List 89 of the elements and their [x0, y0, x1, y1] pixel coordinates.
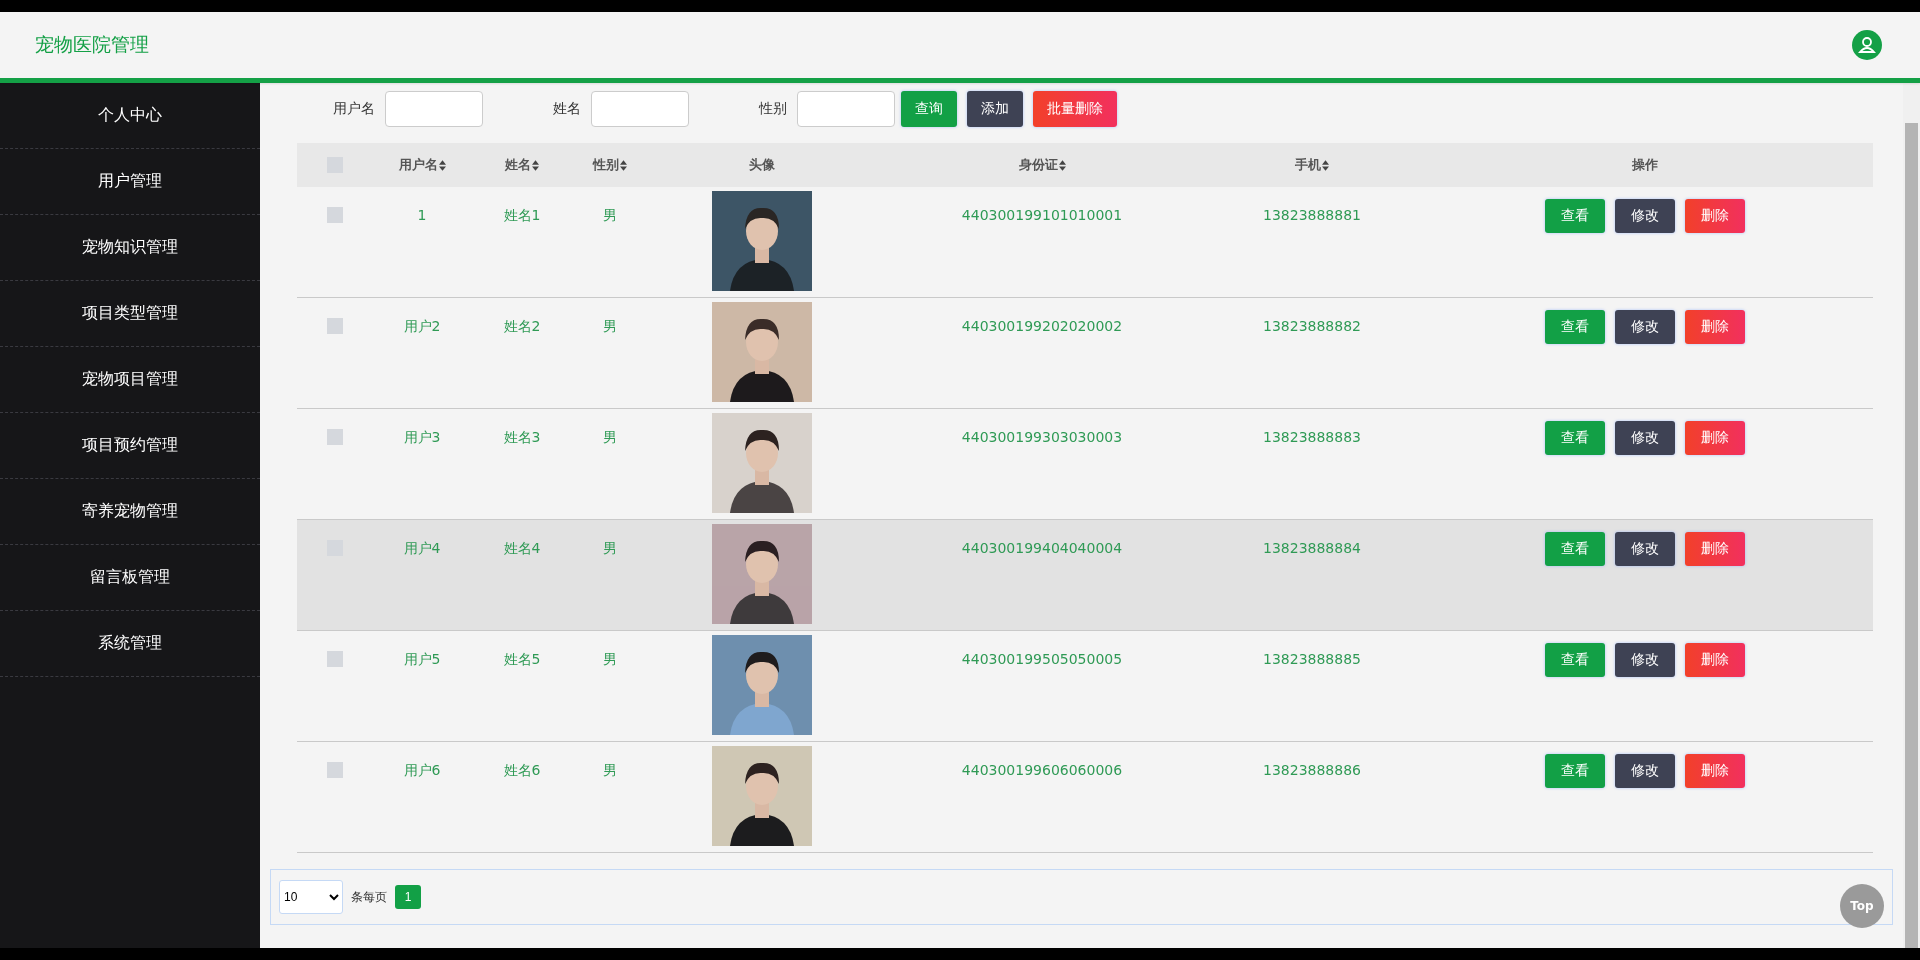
table-cell: 姓名5 [503, 651, 541, 669]
action-button[interactable]: 修改 [1615, 532, 1675, 566]
sort-icon[interactable] [619, 159, 627, 171]
table-cell: 男 [602, 318, 617, 336]
table-cell: 姓名3 [503, 429, 541, 447]
action-button[interactable]: 查看 [1545, 421, 1605, 455]
sidebar-item[interactable]: 项目预约管理 [0, 413, 260, 479]
table-cell: 1 [417, 207, 427, 223]
table-cell: 男 [602, 651, 617, 669]
scrollbar[interactable] [1903, 83, 1920, 948]
field-label: 性别 [757, 100, 787, 118]
action-button[interactable]: 修改 [1615, 643, 1675, 677]
table-cell: 440300199303030003 [961, 429, 1123, 445]
table-cell: 用户3 [403, 429, 441, 447]
column-header[interactable]: 手机 [1295, 156, 1329, 174]
action-button[interactable]: 修改 [1615, 199, 1675, 233]
sidebar-item[interactable]: 用户管理 [0, 149, 260, 215]
checkbox[interactable] [326, 762, 343, 778]
field-label: 姓名 [552, 100, 581, 118]
sidebar-item[interactable]: 留言板管理 [0, 545, 260, 611]
table-cell: 用户6 [403, 762, 441, 780]
table-cell: 姓名2 [503, 318, 541, 336]
input-field[interactable] [797, 91, 895, 127]
table-cell: 男 [602, 540, 617, 558]
sidebar-item[interactable]: 宠物知识管理 [0, 215, 260, 281]
app-title: 宠物医院管理 [35, 32, 149, 57]
table-cell: 姓名1 [503, 207, 541, 225]
column-header[interactable]: 用户名 [398, 156, 446, 174]
table-cell: 13823888882 [1263, 318, 1361, 334]
column-header[interactable]: 操作 [1632, 156, 1658, 174]
action-button[interactable]: 查看 [1545, 532, 1605, 566]
column-header[interactable]: 身份证 [1018, 156, 1066, 174]
sort-icon[interactable] [1058, 159, 1066, 171]
table-cell: 440300199101010001 [961, 207, 1123, 223]
table-cell: 姓名4 [503, 540, 541, 558]
column-header[interactable]: 性别 [592, 156, 627, 174]
table-cell: 13823888884 [1263, 540, 1361, 556]
table-cell: 13823888885 [1263, 651, 1361, 667]
checkbox[interactable] [326, 429, 343, 445]
table-cell: 用户2 [403, 318, 441, 336]
action-button[interactable]: 修改 [1615, 421, 1675, 455]
table-cell: 姓名6 [503, 762, 541, 780]
sort-icon[interactable] [532, 159, 539, 171]
sidebar-item[interactable]: 个人中心 [0, 83, 260, 149]
action-button[interactable]: 修改 [1615, 754, 1675, 788]
action-button[interactable]: 删除 [1685, 643, 1745, 677]
table-cell: 用户4 [403, 540, 441, 558]
toolbar-button[interactable]: 批量删除 [1033, 91, 1117, 127]
input-field[interactable] [385, 91, 483, 127]
table-cell: 13823888883 [1263, 429, 1361, 445]
page-size-select[interactable]: 10 [279, 880, 343, 914]
action-button[interactable]: 查看 [1545, 310, 1605, 344]
field-label: 用户名 [332, 100, 375, 118]
action-button[interactable]: 删除 [1685, 754, 1745, 788]
per-page-label: 条每页 [351, 888, 387, 906]
table-cell: 用户5 [403, 651, 441, 669]
column-header[interactable]: 头像 [749, 156, 775, 174]
checkbox[interactable] [326, 651, 343, 667]
sidebar-item[interactable]: 宠物项目管理 [0, 347, 260, 413]
toolbar-button[interactable]: 添加 [967, 91, 1023, 127]
sidebar-item[interactable]: 寄养宠物管理 [0, 479, 260, 545]
table-cell: 13823888886 [1263, 762, 1361, 778]
table-cell: 440300199202020002 [961, 318, 1123, 334]
sidebar-item[interactable]: 系统管理 [0, 611, 260, 677]
table-cell: 男 [602, 762, 617, 780]
column-header[interactable]: 姓名 [505, 156, 539, 174]
user-icon[interactable] [1852, 30, 1882, 60]
sidebar-item[interactable]: 项目类型管理 [0, 281, 260, 347]
checkbox[interactable] [326, 318, 343, 334]
input-field[interactable] [591, 91, 689, 127]
table-cell: 男 [602, 207, 617, 225]
sort-icon[interactable] [1322, 159, 1329, 171]
action-button[interactable]: 删除 [1685, 421, 1745, 455]
table-cell: 13823888881 [1263, 207, 1361, 223]
checkbox[interactable] [326, 207, 343, 223]
page-button[interactable]: 1 [395, 885, 421, 909]
action-button[interactable]: 删除 [1685, 310, 1745, 344]
action-button[interactable]: 删除 [1685, 199, 1745, 233]
table-cell: 440300199606060006 [961, 762, 1123, 778]
table-cell: 男 [602, 429, 617, 447]
action-button[interactable]: 修改 [1615, 310, 1675, 344]
action-button[interactable]: 查看 [1545, 643, 1605, 677]
action-button[interactable]: 删除 [1685, 532, 1745, 566]
sort-icon[interactable] [438, 159, 446, 171]
toolbar-button[interactable]: 查询 [901, 91, 957, 127]
table-cell: 440300199404040004 [961, 540, 1123, 556]
action-button[interactable]: 查看 [1545, 754, 1605, 788]
table-cell: 440300199505050005 [961, 651, 1123, 667]
action-button[interactable]: 查看 [1545, 199, 1605, 233]
